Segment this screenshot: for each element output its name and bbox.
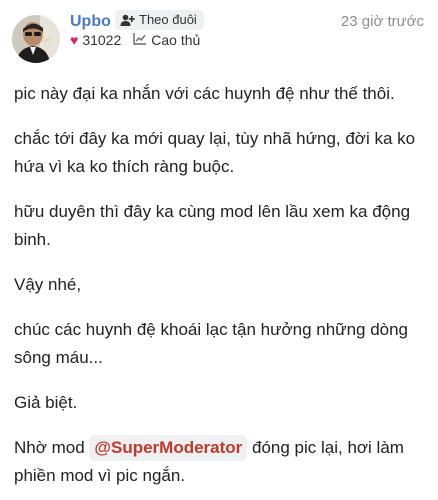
final-text-before: Nhờ mod — [14, 438, 90, 457]
rank-stat: Cao thủ — [133, 31, 200, 49]
post-body: pic này đại ka nhắn với các huynh đệ như… — [14, 80, 426, 500]
post-paragraph: hữu duyên thì đây ka cùng mod lên lầu xe… — [14, 202, 411, 249]
mention-link[interactable]: @SuperModerator — [89, 435, 248, 461]
post-paragraph: pic này đại ka nhắn với các huynh đệ như… — [14, 84, 395, 103]
post-paragraph: Vậy nhé, — [14, 275, 82, 294]
rank-label: Cao thủ — [151, 32, 201, 48]
add-user-icon — [120, 14, 135, 27]
post-paragraph: chắc tới đây ka mới quay lại, tùy nhã hứ… — [14, 129, 416, 176]
follow-label: Theo đuôi — [139, 12, 197, 27]
likes-stat: ♥ 31022 — [70, 31, 121, 49]
chart-icon — [133, 31, 147, 49]
post-paragraph-final: Nhờ mod @SuperModerator đóng pic lại, hơ… — [14, 434, 426, 490]
heart-icon: ♥ — [70, 32, 79, 48]
post-paragraph: chúc các huynh đệ khoái lạc tận hưởng nh… — [14, 320, 409, 367]
follow-button[interactable]: Theo đuôi — [115, 10, 204, 30]
username-link[interactable]: Upbo — [70, 12, 111, 32]
likes-count: 31022 — [82, 32, 122, 48]
avatar-image — [12, 15, 60, 63]
post-paragraph: Giả biệt. — [14, 393, 78, 412]
user-avatar[interactable] — [12, 15, 60, 63]
user-stats: ♥ 31022 Cao thủ — [70, 31, 212, 49]
post: Upbo Theo đuôi 23 giờ trước ♥ 31022 Cao … — [0, 0, 438, 500]
post-timestamp: 23 giờ trước — [340, 13, 424, 30]
